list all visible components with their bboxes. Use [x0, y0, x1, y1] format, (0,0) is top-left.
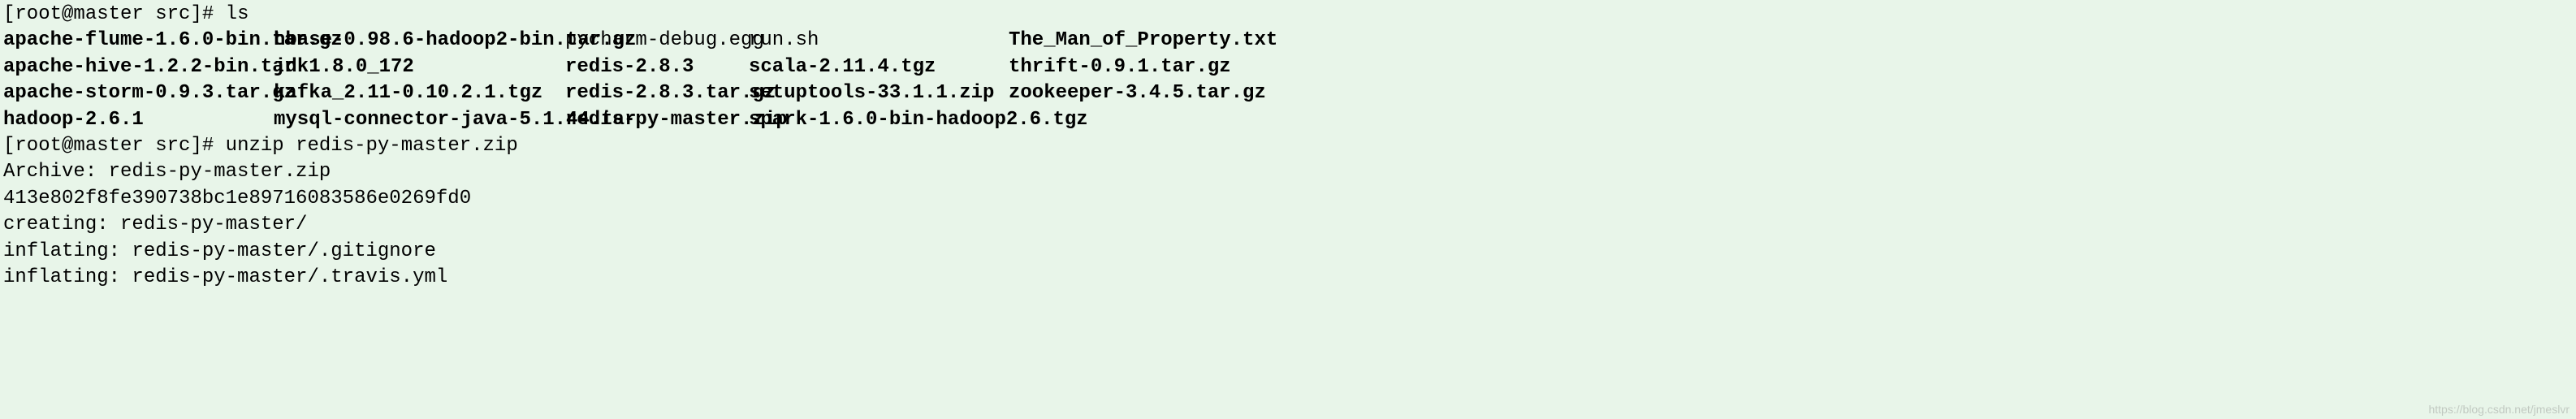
file-name: apache-hive-1.2.2-bin.tar — [3, 54, 274, 80]
prompt-close-bracket: ]# — [190, 135, 225, 157]
ls-output-row-2: apache-hive-1.2.2-bin.tar jdk1.8.0_172 r… — [3, 54, 2573, 80]
file-name: redis-2.8.3 — [565, 54, 749, 80]
prompt-open-bracket: [ — [3, 3, 15, 25]
unzip-output-hash: 413e802f8fe390738bc1e89716083586e0269fd0 — [3, 186, 2573, 212]
file-name: jdk1.8.0_172 — [274, 54, 565, 80]
unzip-output-creating: creating: redis-py-master/ — [3, 212, 2573, 238]
ls-output-row-3: apache-storm-0.9.3.tar.gz kafka_2.11-0.1… — [3, 80, 2573, 106]
file-name: apache-flume-1.6.0-bin.tar.gz — [3, 28, 274, 54]
file-name: kafka_2.11-0.10.2.1.tgz — [274, 80, 565, 106]
prompt-line-1[interactable]: [root@master src]# ls — [3, 2, 2573, 28]
prompt-close-bracket: ]# — [190, 3, 225, 25]
file-name: setuptools-33.1.1.zip — [749, 80, 1009, 106]
file-name: scala-2.11.4.tgz — [749, 54, 1009, 80]
file-name: apache-storm-0.9.3.tar.gz — [3, 80, 274, 106]
unzip-output-inflating: inflating: redis-py-master/.travis.yml — [3, 265, 2573, 291]
prompt-user-host: root@master src — [15, 135, 190, 157]
file-name: The_Man_of_Property.txt — [1009, 28, 1236, 54]
file-name: mysql-connector-java-5.1.44.tar — [274, 107, 565, 133]
file-name — [1009, 107, 1236, 133]
file-name: spark-1.6.0-bin-hadoop2.6.tgz — [749, 107, 1009, 133]
file-name: redis-py-master.zip — [565, 107, 749, 133]
file-name: thrift-0.9.1.tar.gz — [1009, 54, 1236, 80]
file-name: hadoop-2.6.1 — [3, 107, 274, 133]
watermark-text: https://blog.csdn.net/jmeslvr — [2428, 402, 2570, 417]
unzip-output-archive: Archive: redis-py-master.zip — [3, 159, 2573, 185]
file-name: hbase-0.98.6-hadoop2-bin.tar.gz — [274, 28, 565, 54]
command-ls: ls — [226, 3, 249, 25]
unzip-output-inflating: inflating: redis-py-master/.gitignore — [3, 239, 2573, 265]
ls-output-row-1: apache-flume-1.6.0-bin.tar.gz hbase-0.98… — [3, 28, 2573, 54]
ls-output-row-4: hadoop-2.6.1 mysql-connector-java-5.1.44… — [3, 107, 2573, 133]
file-name: run.sh — [749, 28, 1009, 54]
file-name: redis-2.8.3.tar.gz — [565, 80, 749, 106]
command-unzip: unzip redis-py-master.zip — [226, 135, 518, 157]
file-name: pycharm-debug.egg — [565, 28, 749, 54]
prompt-open-bracket: [ — [3, 135, 15, 157]
prompt-user-host: root@master src — [15, 3, 190, 25]
prompt-line-2[interactable]: [root@master src]# unzip redis-py-master… — [3, 133, 2573, 159]
file-name: zookeeper-3.4.5.tar.gz — [1009, 80, 1236, 106]
